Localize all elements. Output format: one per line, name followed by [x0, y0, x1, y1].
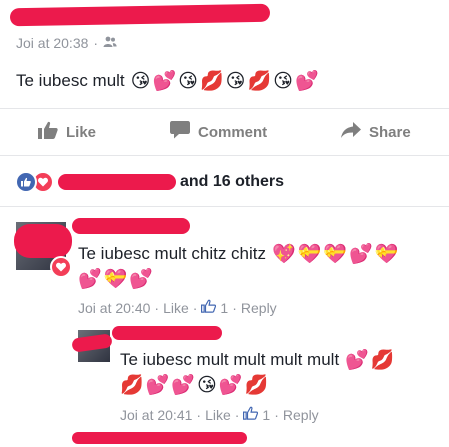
- two-hearts-emoji: 💕: [349, 242, 373, 265]
- share-button[interactable]: Share: [341, 122, 411, 142]
- like-label: Like: [66, 123, 97, 141]
- redacted-reactor-name: [58, 174, 176, 190]
- thumbs-up-icon[interactable]: [243, 406, 259, 423]
- reply-text: Te iubesc mult mult mult mult: [120, 350, 340, 369]
- share-label: Share: [369, 123, 411, 141]
- reply-meta: Joi at 20:41 · Like · 1 · Reply: [120, 406, 319, 423]
- comment-reply-link[interactable]: Reply: [241, 300, 277, 316]
- kiss-mark-emoji: 💋: [199, 69, 224, 92]
- comment-bubble-icon: [170, 121, 190, 143]
- heart-with-ribbon-emoji: 💝: [297, 242, 322, 265]
- post-timestamp[interactable]: Joi at 20:38: [16, 35, 88, 51]
- kiss-mark-emoji: 💋: [247, 69, 272, 92]
- divider-comments: [0, 206, 449, 207]
- kissing-face-emoji: 😘: [273, 69, 293, 92]
- meta-separator: ·: [93, 35, 99, 51]
- two-hearts-emoji: 💕: [218, 374, 243, 396]
- heart-with-ribbon-emoji: 💝: [103, 268, 128, 290]
- kiss-mark-emoji: 💋: [244, 374, 269, 396]
- redacted-avatar-scribble: [14, 224, 72, 258]
- reply-emojis-line2: 💋 💕 💕 😘 💕 💋: [120, 376, 268, 395]
- comment-emojis-line1: 💖 💝 💝 💕 💝: [272, 242, 399, 265]
- post-emojis: 😘 💕 😘 💋 😘 💋 😘 💕: [130, 69, 319, 92]
- meta-separator: ·: [192, 299, 198, 316]
- comment-like-link[interactable]: Like: [163, 300, 189, 316]
- meta-separator: ·: [154, 299, 160, 316]
- two-hearts-emoji: 💕: [78, 268, 102, 290]
- post-body: Te iubesc mult 😘 💕 😘 💋 😘 💋 😘 💕: [16, 71, 319, 91]
- divider-top-actions: [0, 108, 449, 109]
- reply-like-link[interactable]: Like: [205, 407, 231, 423]
- sparkling-heart-emoji: 💖: [272, 242, 296, 265]
- comment-text: Te iubesc mult chitz chitz: [78, 244, 267, 263]
- reply-like-count[interactable]: 1: [262, 407, 270, 423]
- kiss-mark-emoji: 💋: [120, 374, 144, 396]
- post-meta: Joi at 20:38 ·: [16, 35, 117, 51]
- two-hearts-emoji: 💕: [171, 374, 196, 396]
- reactions-others-text: and 16 others: [180, 173, 285, 190]
- meta-separator: ·: [234, 406, 240, 423]
- redacted-author-name: [9, 3, 271, 27]
- two-hearts-emoji: 💕: [152, 69, 177, 92]
- redacted-commenter-name: [72, 218, 190, 234]
- post-text: Te iubesc mult: [16, 71, 125, 90]
- comment-like-count[interactable]: 1: [220, 300, 228, 316]
- two-hearts-emoji: 💕: [345, 348, 369, 371]
- reply-reply-link[interactable]: Reply: [283, 407, 319, 423]
- facebook-post-screenshot: Joi at 20:38 · Te iubesc mult 😘 💕 😘 💋 😘 …: [0, 0, 449, 447]
- two-hearts-emoji: 💕: [294, 69, 319, 92]
- comment-emojis-line2: 💕 💝 💕: [78, 270, 153, 289]
- redacted-reply-author-name: [112, 326, 222, 340]
- heart-with-ribbon-emoji: 💝: [374, 242, 399, 265]
- comment-meta: Joi at 20:40 · Like · 1 · Reply: [78, 299, 277, 316]
- thumbs-up-icon[interactable]: [201, 299, 217, 316]
- reply-body: Te iubesc mult mult mult mult 💕 💋: [120, 350, 395, 370]
- action-bar: Like Comment Share: [0, 112, 449, 152]
- comment-body: Te iubesc mult chitz chitz 💖 💝 💝 💕 💝: [78, 244, 398, 264]
- thumbs-up-icon: [38, 121, 58, 143]
- meta-separator: ·: [274, 406, 279, 423]
- reply-timestamp[interactable]: Joi at 20:41: [120, 407, 192, 423]
- like-button[interactable]: Like: [38, 121, 96, 143]
- meta-separator: ·: [196, 406, 202, 423]
- kissing-face-emoji: 😘: [197, 374, 217, 396]
- meta-separator: ·: [232, 299, 237, 316]
- like-reaction-icon: [15, 171, 37, 193]
- love-reaction-icon: [50, 256, 72, 278]
- redacted-next-commenter-name: [72, 432, 247, 444]
- divider-bottom-actions: [0, 155, 449, 156]
- kiss-mark-emoji: 💋: [370, 348, 395, 371]
- comment-button[interactable]: Comment: [170, 121, 267, 143]
- comment-timestamp[interactable]: Joi at 20:40: [78, 300, 150, 316]
- reply-emojis-line1: 💕 💋: [345, 348, 395, 371]
- reactions-summary[interactable]: and 16 others: [15, 171, 284, 193]
- kissing-face-emoji: 😘: [130, 69, 151, 92]
- share-arrow-icon: [341, 122, 361, 142]
- two-hearts-emoji: 💕: [129, 268, 154, 290]
- kissing-face-emoji: 😘: [225, 69, 246, 92]
- heart-with-ribbon-emoji: 💝: [323, 242, 348, 265]
- two-hearts-emoji: 💕: [145, 374, 170, 396]
- kissing-face-emoji: 😘: [178, 69, 198, 92]
- friends-icon: [103, 35, 117, 51]
- comment-label: Comment: [198, 123, 268, 141]
